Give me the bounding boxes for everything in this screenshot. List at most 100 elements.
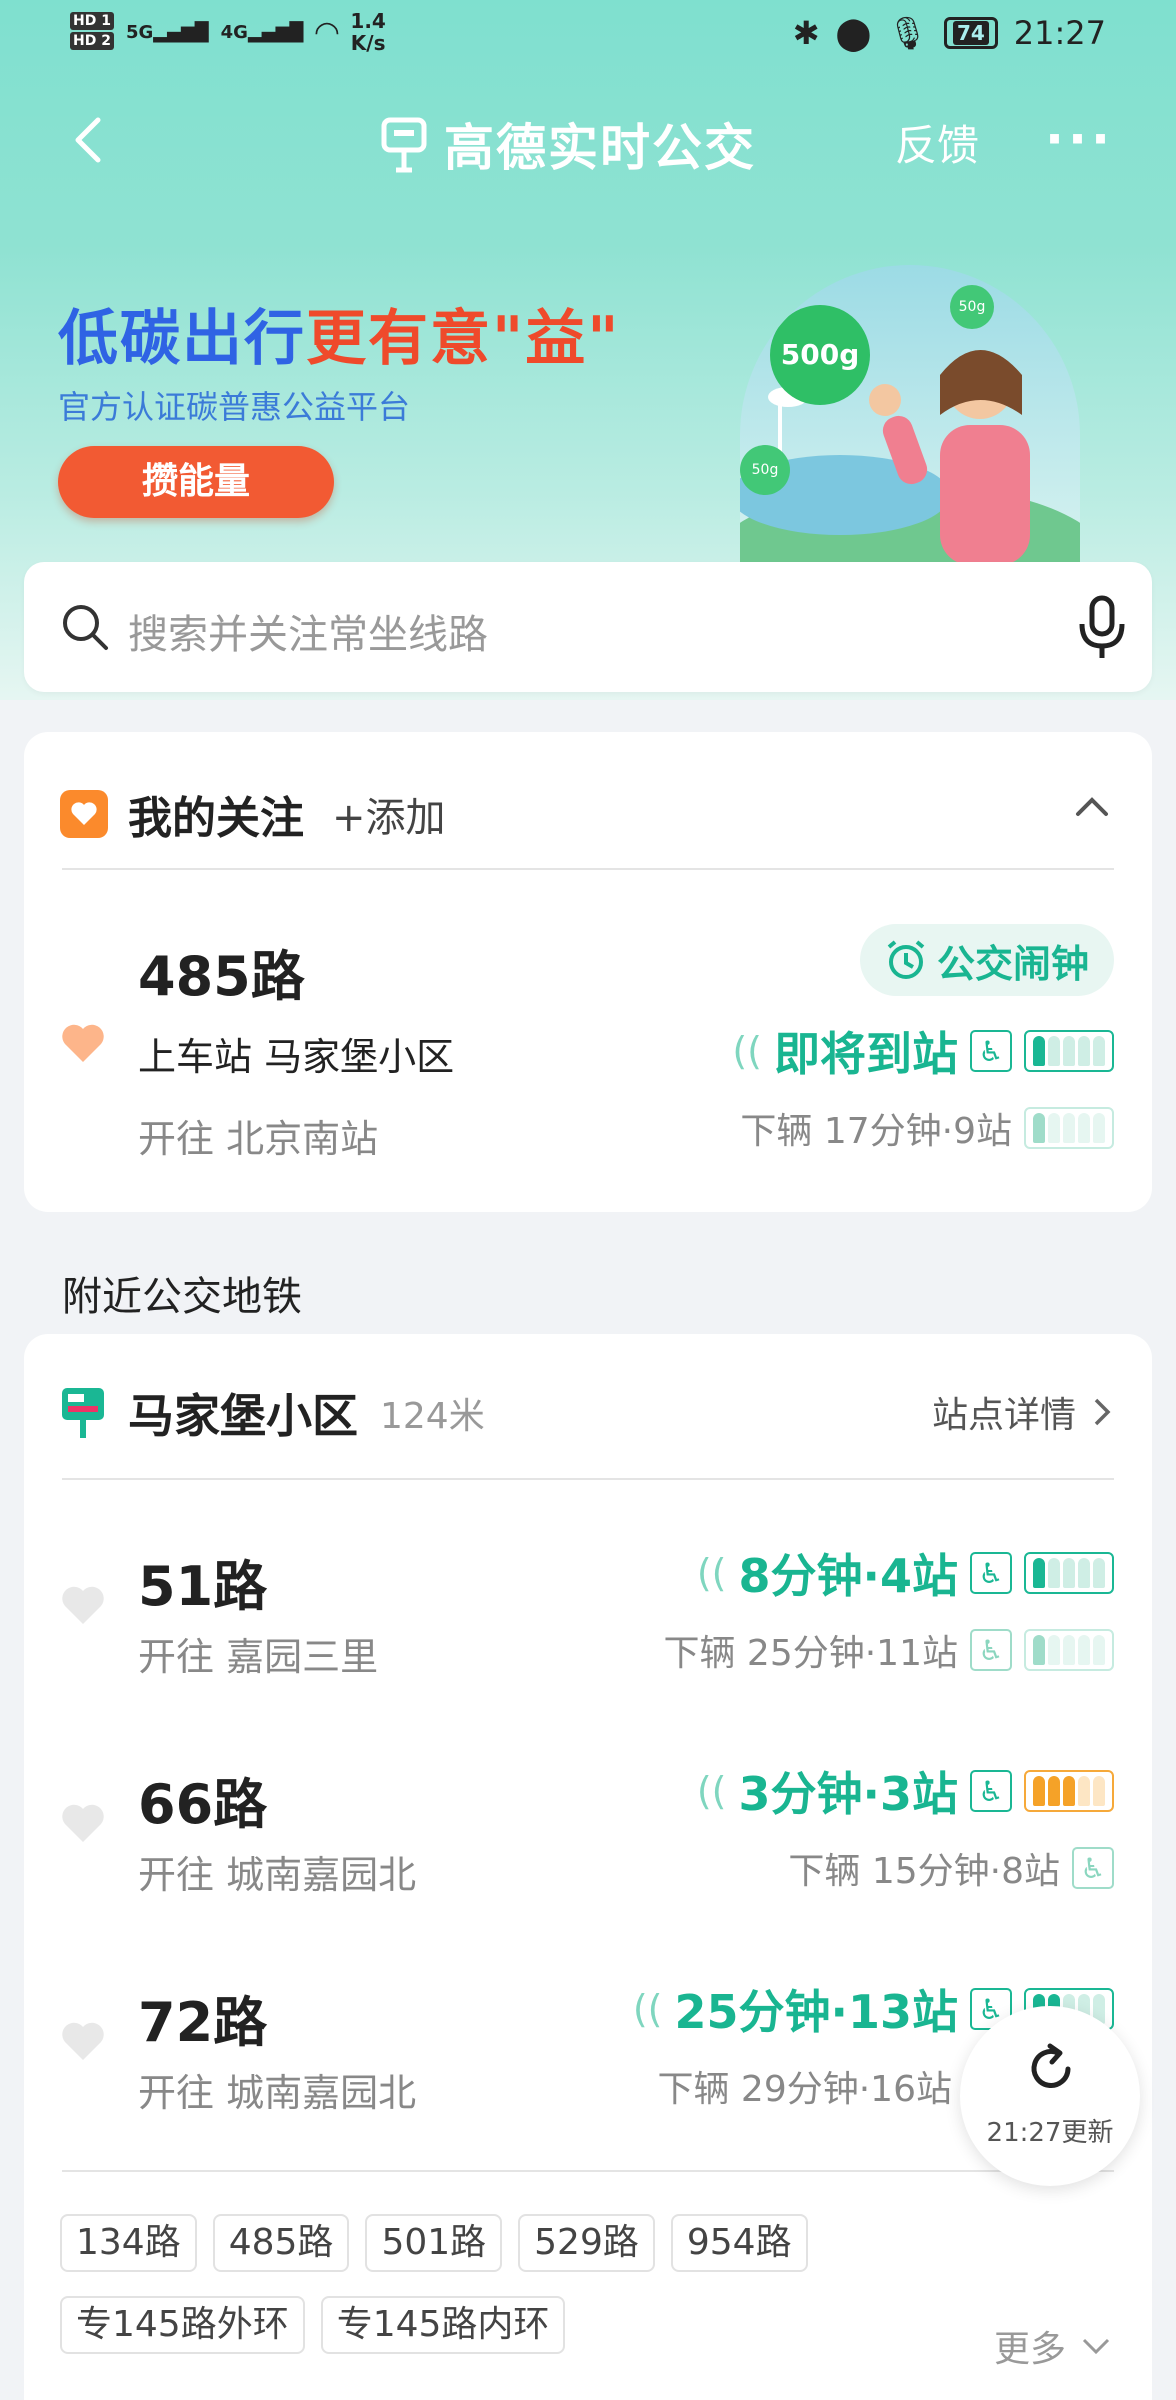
search-bar[interactable]: 搜索并关注常坐线路 <box>24 562 1152 692</box>
other-routes-row2: 专145路外环 专145路内环 <box>60 2296 566 2354</box>
route-next-bus: 下辆 25分钟·11站 ♿ <box>663 1624 1114 1676</box>
favorite-heart-icon[interactable] <box>60 1022 106 1064</box>
route-chip[interactable]: 954路 <box>670 2214 808 2272</box>
app-title-text: 高德实时公交 <box>444 119 756 177</box>
follow-header: 我的关注 +添加 <box>60 782 446 846</box>
hd1-label: HD 1 <box>70 12 114 30</box>
hd2-label: HD 2 <box>70 32 114 50</box>
route-arrival-text: 8分钟·4站 <box>738 1549 959 1603</box>
route-chip[interactable]: 501路 <box>365 2214 503 2272</box>
crowd-level-next-icon <box>1024 1107 1114 1149</box>
collapse-chevron-up-icon[interactable] <box>1070 784 1114 828</box>
route-next-text: 下辆 15分钟·8站 <box>788 1851 1060 1892</box>
divider <box>62 1478 1114 1480</box>
net1-label: 5G <box>125 21 154 43</box>
location-icon: ⬤ <box>835 14 872 52</box>
carbon-badge-small-2: 50g <box>740 445 790 495</box>
wheelchair-icon: ♿ <box>970 1030 1012 1072</box>
microphone-status-icon: 🎙 <box>887 14 928 52</box>
route-name[interactable]: 66路 <box>138 1760 267 1839</box>
banner-title[interactable]: 低碳出行更有意"益" <box>58 290 621 377</box>
stop-detail-label: 站点详情 <box>931 1395 1076 1436</box>
favorite-heart-icon[interactable] <box>60 2020 106 2062</box>
stop-detail-link[interactable]: 站点详情 <box>932 1386 1112 1438</box>
favorite-heart-icon[interactable] <box>60 1584 106 1626</box>
route-chip[interactable]: 485路 <box>212 2214 350 2272</box>
route-chip[interactable]: 529路 <box>518 2214 655 2272</box>
signal-4g-icon: 4G▂▄▆█ <box>220 21 304 43</box>
live-signal-icon: (( <box>696 1769 727 1813</box>
live-signal-icon: (( <box>732 1029 762 1073</box>
route-arrival-info: (( 3分钟·3站 ♿ <box>697 1758 1114 1824</box>
more-routes-button[interactable]: 更多 <box>994 2320 1112 2372</box>
follow-heart-icon <box>60 790 108 838</box>
live-signal-icon: (( <box>696 1551 727 1595</box>
my-follow-card: 我的关注 +添加 485路 上车站 马家堡小区 开往 北京南站 公交闹钟 (( … <box>24 732 1152 1212</box>
alarm-clock-icon <box>887 940 925 979</box>
status-bar: HD 1 HD 2 5G▂▄▆█ 4G▂▄▆█ ◠ 1.4 K/s ✱ ⬤ 🎙 … <box>0 0 1176 70</box>
signal-5g-icon: 5G▂▄▆█ <box>125 21 209 43</box>
route-chip[interactable]: 134路 <box>60 2214 197 2272</box>
follow-boarding-stop: 上车站 马家堡小区 <box>138 1035 455 1079</box>
wheelchair-icon: ♿ <box>1072 1847 1114 1889</box>
route-name[interactable]: 51路 <box>138 1542 267 1621</box>
more-menu-button[interactable]: ··· <box>1045 110 1114 168</box>
other-routes-row1: 134路 485路 501路 529路 954路 <box>60 2214 808 2272</box>
follow-route-name[interactable]: 485路 <box>138 932 305 1011</box>
divider <box>62 868 1114 870</box>
crowd-level-icon <box>1024 1770 1114 1812</box>
route-arrival-info: (( 8分钟·4站 ♿ <box>697 1540 1114 1606</box>
battery-icon: 74 <box>943 17 998 49</box>
route-direction: 开往 城南嘉园北 <box>138 2071 417 2115</box>
status-time: 21:27 <box>1013 14 1106 52</box>
follow-title: 我的关注 <box>128 793 304 844</box>
refresh-time-label: 21:27更新 <box>986 2118 1114 2148</box>
nearby-section-title: 附近公交地铁 <box>62 1274 302 1320</box>
follow-arrival-info: (( 即将到站 ♿ <box>732 1018 1114 1084</box>
favorite-heart-icon[interactable] <box>60 1802 106 1844</box>
refresh-button[interactable]: 21:27更新 <box>960 2006 1140 2186</box>
search-icon <box>63 605 108 650</box>
nearby-stop-card: 马家堡小区 124米 站点详情 51路 开往 嘉园三里 (( 8分钟·4站 ♿ … <box>24 1334 1152 2400</box>
app-title: 高德实时公交 <box>380 108 756 180</box>
search-input[interactable]: 搜索并关注常坐线路 <box>128 602 488 660</box>
bus-alarm-button[interactable]: 公交闹钟 <box>860 924 1114 996</box>
route-chip[interactable]: 专145路内环 <box>320 2296 566 2354</box>
feedback-button[interactable]: 反馈 <box>895 112 979 173</box>
route-chip[interactable]: 专145路外环 <box>60 2296 305 2354</box>
collect-energy-button[interactable]: 攒能量 <box>58 446 334 518</box>
crowd-level-icon <box>1024 1552 1114 1594</box>
follow-route-direction: 开往 北京南站 <box>138 1117 379 1161</box>
route-arrival-text: 3分钟·3站 <box>738 1767 959 1821</box>
banner-title-part1: 低碳出行 <box>58 304 306 374</box>
wheelchair-icon: ♿ <box>970 1552 1012 1594</box>
speed-unit: K/s <box>350 31 386 55</box>
banner-title-part2: 更有意"益" <box>306 304 621 374</box>
stop-header[interactable]: 马家堡小区 124米 <box>60 1380 485 1446</box>
route-name[interactable]: 72路 <box>138 1978 267 2057</box>
bus-stop-icon <box>62 1388 104 1438</box>
chevron-right-icon <box>1094 1398 1111 1426</box>
network-speed: 1.4 K/s <box>350 10 385 54</box>
follow-next-bus: 下辆 17分钟·9站 <box>740 1102 1114 1154</box>
wheelchair-icon: ♿ <box>970 1629 1012 1671</box>
route-next-text: 下辆 25分钟·11站 <box>663 1633 958 1674</box>
live-signal-icon: (( <box>632 1987 663 2031</box>
route-arrival-text: 25分钟·13站 <box>674 1985 958 2039</box>
stop-distance: 124米 <box>380 1396 485 1437</box>
route-next-text: 下辆 29分钟·16站 <box>657 2069 952 2110</box>
net2-label: 4G <box>220 21 248 43</box>
divider <box>62 2170 1114 2172</box>
follow-next-text: 下辆 17分钟·9站 <box>740 1111 1012 1152</box>
crowd-level-icon <box>1024 1030 1114 1072</box>
nav-bar: 高德实时公交 反馈 ··· <box>0 90 1176 190</box>
refresh-icon <box>1031 2043 1071 2088</box>
route-direction: 开往 嘉园三里 <box>138 1635 379 1679</box>
voice-search-icon[interactable] <box>1074 594 1130 660</box>
bluetooth-icon: ✱ <box>792 14 820 52</box>
wheelchair-icon: ♿ <box>970 1770 1012 1812</box>
wifi-icon: ◠ <box>315 14 339 50</box>
crowd-level-next-icon <box>1024 1629 1114 1671</box>
back-button[interactable] <box>60 110 120 170</box>
add-follow-button[interactable]: +添加 <box>332 785 446 843</box>
